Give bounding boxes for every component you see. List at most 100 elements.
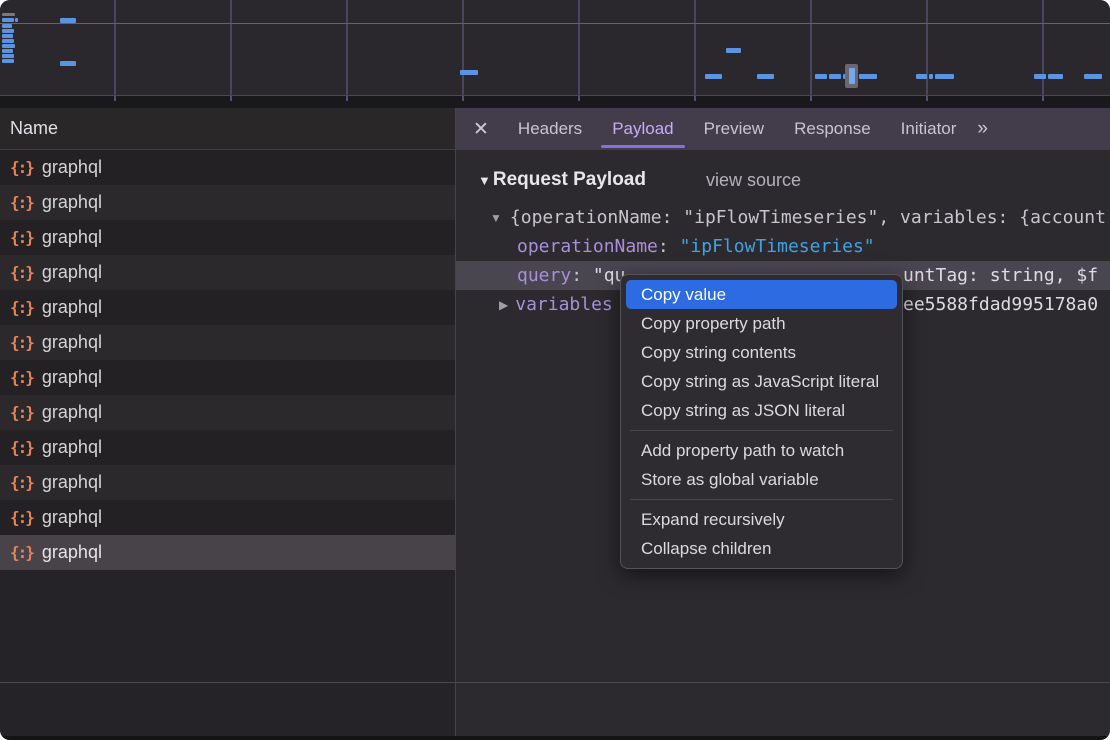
tab-response[interactable]: Response <box>779 108 886 150</box>
request-timing-bar <box>705 74 722 79</box>
network-request-row[interactable]: {:}graphql <box>0 255 455 290</box>
request-timing-bar <box>849 68 855 84</box>
name-column-header[interactable]: Name <box>0 108 455 150</box>
network-request-row[interactable]: {:} graphql <box>0 535 455 570</box>
request-timing-bar <box>2 54 14 58</box>
tab-headers[interactable]: Headers <box>503 108 597 150</box>
name-column-label: Name <box>10 118 58 139</box>
network-request-row[interactable]: {:} graphql <box>0 500 455 535</box>
json-file-icon: {:} <box>10 193 33 212</box>
colon: : <box>571 265 593 286</box>
menu-item-copy-string-as-json-literal[interactable]: Copy string as JSON literal <box>626 396 897 425</box>
request-name-label: graphql <box>42 402 102 423</box>
request-name-label: graphql <box>42 192 102 213</box>
menu-item-copy-string-as-javascript-literal[interactable]: Copy string as JavaScript literal <box>626 367 897 396</box>
request-timing-bar <box>2 44 15 48</box>
section-expand-triangle-icon[interactable]: ▼ <box>478 173 491 188</box>
network-request-row[interactable]: {:}graphql <box>0 290 455 325</box>
request-timing-bar <box>2 13 15 16</box>
payload-operationname-row[interactable]: operationName: "ipFlowTimeseries" <box>456 232 1110 261</box>
menu-item-copy-string-contents[interactable]: Copy string contents <box>626 338 897 367</box>
request-timing-bar <box>1034 74 1046 79</box>
json-file-icon: {:} <box>10 228 33 247</box>
request-timing-bar <box>935 74 954 79</box>
menu-separator <box>630 499 893 500</box>
request-name-label: graphql <box>42 367 102 388</box>
menu-item-collapse-children[interactable]: Collapse children <box>626 534 897 563</box>
request-name-label: graphql <box>42 507 102 528</box>
request-timing-bar <box>859 74 877 79</box>
json-file-icon: {:} <box>10 368 33 387</box>
request-timing-bar <box>2 34 13 38</box>
network-overview-timeline[interactable] <box>0 0 1110 96</box>
network-request-row[interactable]: {:} graphql <box>0 360 455 395</box>
menu-item-copy-property-path[interactable]: Copy property path <box>626 309 897 338</box>
request-name-label: graphql <box>42 157 102 178</box>
request-name-label: graphql <box>42 227 102 248</box>
more-tabs-icon[interactable]: » <box>977 118 985 140</box>
request-timing-bar <box>60 61 76 66</box>
request-name-label: graphql <box>42 332 102 353</box>
json-file-icon: {:} <box>10 403 33 422</box>
overview-gap-strip <box>0 96 1110 108</box>
json-file-icon: {:} <box>10 438 33 457</box>
request-timing-bar <box>2 49 13 53</box>
tab-preview[interactable]: Preview <box>689 108 779 150</box>
request-timing-bar <box>726 48 741 53</box>
request-timing-bar <box>2 24 12 28</box>
request-timing-bar <box>460 70 478 75</box>
request-timing-bar <box>2 59 14 63</box>
json-file-icon: {:} <box>10 543 33 562</box>
request-timing-bar <box>15 18 18 22</box>
json-file-icon: {:} <box>10 298 33 317</box>
tab-payload[interactable]: Payload <box>597 108 688 150</box>
request-timing-bar <box>815 74 827 79</box>
expand-triangle-icon[interactable]: ▼ <box>490 211 502 225</box>
network-request-row[interactable]: {:} graphql <box>0 395 455 430</box>
menu-item-expand-recursively[interactable]: Expand recursively <box>626 505 897 534</box>
json-file-icon: {:} <box>10 263 33 282</box>
payload-root-row[interactable]: ▼ {operationName: "ipFlowTimeseries", va… <box>456 203 1110 232</box>
network-request-row[interactable]: {:}graphql <box>0 325 455 360</box>
menu-separator <box>630 430 893 431</box>
menu-item-store-as-global-variable[interactable]: Store as global variable <box>626 465 897 494</box>
request-name-label: graphql <box>42 472 102 493</box>
summary-bar-divider <box>0 682 1110 683</box>
network-request-row[interactable]: {:} graphql <box>0 465 455 500</box>
menu-item-add-property-path-to-watch[interactable]: Add property path to watch <box>626 436 897 465</box>
property-value-right: untTag: string, $f <box>903 265 1098 286</box>
request-timing-bar <box>2 39 14 43</box>
request-payload-section-header[interactable]: ▼ Request Payload view source <box>478 166 801 194</box>
json-file-icon: {:} <box>10 508 33 527</box>
property-key: operationName <box>517 236 658 257</box>
close-icon[interactable]: ✕ <box>473 120 489 139</box>
tab-initiator[interactable]: Initiator <box>886 108 972 150</box>
detail-tabs: HeadersPayloadPreviewResponseInitiator <box>503 108 971 150</box>
network-request-row[interactable]: {:} graphql <box>0 220 455 255</box>
context-menu: Copy valueCopy property pathCopy string … <box>620 274 903 569</box>
network-request-row[interactable]: {:} graphql <box>0 150 455 185</box>
json-file-icon: {:} <box>10 473 33 492</box>
property-value: "ipFlowTimeseries" <box>680 236 875 257</box>
view-source-link[interactable]: view source <box>706 170 801 191</box>
request-timing-bar <box>1084 74 1102 79</box>
request-name-label: graphql <box>42 437 102 458</box>
requests-list-pane: Name {:}graphql{:}graphql{:}graphql{:}gr… <box>0 108 455 737</box>
network-request-row[interactable]: {:} graphql <box>0 185 455 220</box>
network-request-row[interactable]: {:} graphql <box>0 430 455 465</box>
property-value-right: ee5588fdad995178a0 <box>903 294 1098 315</box>
collapse-triangle-icon[interactable]: ▶ <box>499 298 508 312</box>
colon: : <box>658 236 680 257</box>
json-file-icon: {:} <box>10 158 33 177</box>
requests-list: {:} graphql {:} graphql {:} graphql {:} graphql… <box>0 150 455 570</box>
menu-item-copy-value[interactable]: Copy value <box>626 280 897 309</box>
request-timing-bar <box>1048 74 1063 79</box>
window-bottom-edge <box>0 736 1110 740</box>
gridline-stubs <box>0 96 1110 101</box>
request-name-label: graphql <box>42 542 102 563</box>
request-timing-bar <box>929 74 933 79</box>
property-key: variables <box>515 294 613 315</box>
pane-divider[interactable] <box>455 108 456 737</box>
request-timing-bar <box>60 18 76 23</box>
overview-midline <box>0 23 1110 24</box>
